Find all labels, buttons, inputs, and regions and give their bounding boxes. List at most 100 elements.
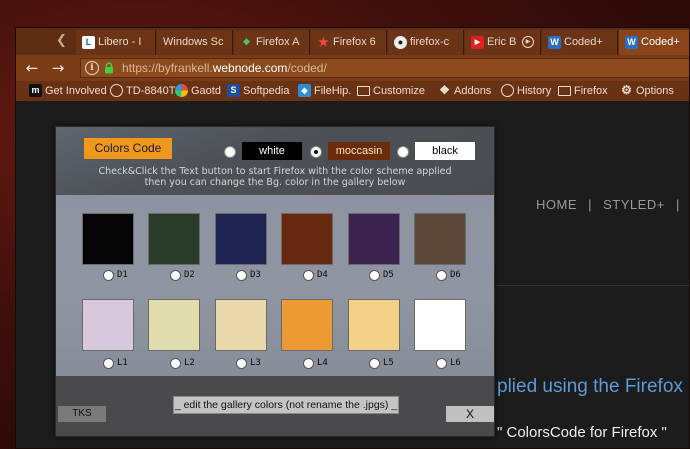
- github-icon: ●: [394, 36, 407, 49]
- swatch-l3-radio[interactable]: [236, 358, 247, 369]
- swatch-l6[interactable]: [414, 299, 466, 351]
- bookmark-customize[interactable]: Customize: [356, 82, 425, 100]
- edit-gallery-colors-button[interactable]: _ edit the gallery colors (not rename th…: [173, 396, 399, 414]
- forward-arrow-icon[interactable]: →: [49, 58, 67, 78]
- tab-scroll-left-icon[interactable]: ❮: [56, 32, 70, 50]
- bookmark-label: Softpedia: [243, 85, 290, 97]
- swatch-d3-radio[interactable]: [236, 270, 247, 281]
- tab-firefox-c[interactable]: ● firefox-c: [388, 30, 464, 55]
- swatch-l5-label: L5: [383, 358, 394, 368]
- scheme-moccasin-button[interactable]: moccasin: [328, 142, 390, 160]
- swatch-d1-label: D1: [117, 270, 128, 280]
- url-prefix: https://byfrankell.: [122, 61, 213, 75]
- dialog-header: Colors Code white moccasin black Check&C…: [56, 127, 494, 195]
- scheme-white-button[interactable]: white: [242, 142, 302, 160]
- swatch-l6-radio[interactable]: [436, 358, 447, 369]
- swatch-d6-radio[interactable]: [436, 270, 447, 281]
- nav-styled-link[interactable]: STYLED+: [603, 197, 665, 212]
- swatch-d2[interactable]: [148, 213, 200, 265]
- bookmark-filehip[interactable]: ◆ FileHip.: [297, 82, 351, 100]
- swatch-l5-radio[interactable]: [369, 358, 380, 369]
- scheme-black-button[interactable]: black: [415, 142, 475, 160]
- swatch-d3-label: D3: [250, 270, 261, 280]
- tab-firefox-addons[interactable]: ❖ Firefox A: [234, 30, 310, 55]
- swatch-d5-radio[interactable]: [369, 270, 380, 281]
- swatch-d5[interactable]: [348, 213, 400, 265]
- back-arrow-icon[interactable]: ←: [23, 58, 41, 78]
- swatch-d2-label: D2: [184, 270, 195, 280]
- webnode-icon: W: [625, 36, 638, 49]
- swatch-d5-label: D5: [383, 270, 394, 280]
- mozilla-icon: m: [29, 84, 42, 97]
- puzzle-icon: ❖: [439, 83, 450, 97]
- swatch-l3-label: L3: [250, 358, 261, 368]
- scheme-black-radio[interactable]: [397, 146, 409, 158]
- tks-button[interactable]: TKS: [58, 406, 106, 422]
- tab-firefox-6[interactable]: ★ Firefox 6: [311, 30, 387, 55]
- tab-label: Eric B: [487, 36, 517, 48]
- swatch-l5[interactable]: [348, 299, 400, 351]
- softpedia-icon: S: [227, 84, 240, 97]
- tab-windows-sc[interactable]: Windows Sc: [157, 30, 233, 55]
- swatch-d4[interactable]: [281, 213, 333, 265]
- bookmark-history[interactable]: History: [500, 82, 551, 100]
- tab-coded-plus[interactable]: W Coded+: [542, 30, 618, 55]
- folder-icon: [558, 86, 571, 96]
- tab-label: Coded+: [564, 36, 603, 48]
- swatch-d3[interactable]: [215, 213, 267, 265]
- nav-home-link[interactable]: HOME: [536, 197, 577, 212]
- bookmark-td-8840t[interactable]: TD-8840T: [109, 82, 176, 100]
- tab-eric-b[interactable]: ▶ Eric B ▶: [465, 30, 541, 55]
- tab-label: Firefox A: [256, 36, 300, 48]
- article-text-fragment: " ColorsCode for Firefox ": [497, 424, 667, 441]
- url-text[interactable]: https://byfrankell.webnode.com/coded/: [122, 59, 327, 77]
- swatch-d1-radio[interactable]: [103, 270, 114, 281]
- navigation-bar: ← → i https://byfrankell.webnode.com/cod…: [16, 55, 689, 81]
- swatch-d2-radio[interactable]: [170, 270, 181, 281]
- bookmark-label: Options: [636, 85, 674, 97]
- content-divider: [496, 285, 689, 286]
- url-path: /coded/: [287, 61, 327, 75]
- gaotd-icon: [175, 84, 188, 97]
- lock-icon[interactable]: [104, 62, 114, 74]
- puzzle-icon: ❖: [242, 37, 251, 47]
- bookmark-label: Gaotd: [191, 85, 221, 97]
- tab-label: Windows Sc: [163, 36, 224, 48]
- bookmark-get-involved[interactable]: m Get Involved: [28, 82, 107, 100]
- instructions-line-1: Check&Click the Text button to start Fir…: [98, 166, 452, 177]
- scheme-white-radio[interactable]: [224, 146, 236, 158]
- swatch-l3[interactable]: [215, 299, 267, 351]
- tab-label: Coded+: [641, 36, 680, 48]
- bookmark-options[interactable]: ⚙ Options: [619, 82, 674, 100]
- url-bar[interactable]: i https://byfrankell.webnode.com/coded/: [80, 58, 689, 78]
- bookmark-gaotd[interactable]: Gaotd: [174, 82, 221, 100]
- swatch-l4-radio[interactable]: [303, 358, 314, 369]
- swatch-l2-radio[interactable]: [170, 358, 181, 369]
- play-audio-icon[interactable]: ▶: [522, 36, 534, 48]
- bookmark-addons[interactable]: ❖ Addons: [437, 82, 491, 100]
- libero-icon: L: [82, 36, 95, 49]
- tab-coded-plus-active[interactable]: W Coded+: [619, 30, 689, 56]
- colors-code-button[interactable]: Colors Code: [84, 138, 172, 159]
- bookmark-softpedia[interactable]: S Softpedia: [226, 82, 289, 100]
- swatch-l1[interactable]: [82, 299, 134, 351]
- tab-libero[interactable]: L Libero - I: [76, 30, 156, 55]
- globe-icon: [110, 84, 123, 97]
- site-navigation: HOME | STYLED+ | CO: [536, 197, 689, 215]
- swatch-l6-label: L6: [450, 358, 461, 368]
- swatch-d4-label: D4: [317, 270, 328, 280]
- close-button[interactable]: X: [446, 406, 494, 422]
- swatch-d1[interactable]: [82, 213, 134, 265]
- swatch-l4[interactable]: [281, 299, 333, 351]
- tab-label: Libero - I: [98, 36, 142, 48]
- colors-code-dialog: Colors Code white moccasin black Check&C…: [55, 126, 495, 437]
- bookmark-label: Get Involved: [45, 85, 107, 97]
- swatch-l1-radio[interactable]: [103, 358, 114, 369]
- swatch-d4-radio[interactable]: [303, 270, 314, 281]
- swatch-l2[interactable]: [148, 299, 200, 351]
- info-icon[interactable]: i: [85, 61, 99, 75]
- swatch-l1-label: L1: [117, 358, 128, 368]
- bookmark-firefox[interactable]: Firefox: [557, 82, 608, 100]
- swatch-d6[interactable]: [414, 213, 466, 265]
- scheme-moccasin-radio[interactable]: [310, 146, 322, 158]
